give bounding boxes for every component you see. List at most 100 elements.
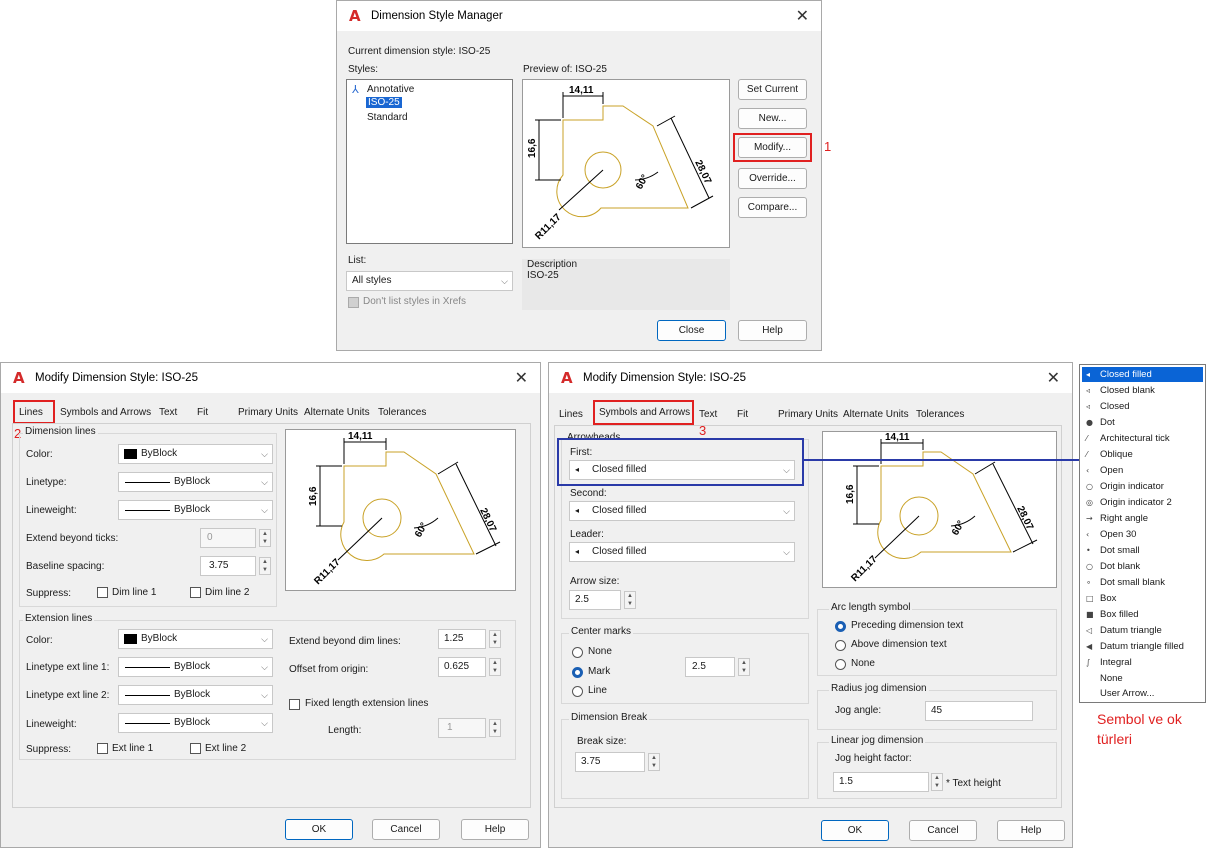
baseline-spinner[interactable]: ▲ ▼ — [259, 557, 271, 575]
ok-button[interactable]: OK — [821, 820, 889, 841]
dim-line-1-checkbox[interactable] — [97, 587, 108, 598]
arrow-type-closed-blank[interactable]: ◃ Closed blank — [1082, 383, 1203, 398]
arrow-type-label: Integral — [1100, 657, 1132, 668]
arrow-type-origin-indicator-2[interactable]: ◎ Origin indicator 2 — [1082, 495, 1203, 510]
tab-primary-units[interactable]: Primary Units — [778, 409, 838, 420]
dont-list-xrefs-checkbox[interactable] — [348, 297, 359, 308]
length-spinner[interactable]: ▲ ▼ — [489, 719, 501, 737]
arrow-type-box[interactable]: □ Box — [1082, 591, 1203, 606]
extend-beyond-ticks-input[interactable]: 0 — [200, 528, 256, 548]
arrow-type-box-filled[interactable]: ■ Box filled — [1082, 607, 1203, 622]
center-none-radio[interactable] — [572, 647, 583, 658]
arrow-type-datum-triangle[interactable]: ◁ Datum triangle — [1082, 623, 1203, 638]
arrow-type-list[interactable]: ◂ Closed filled ◃ Closed blank ◃ Closed ● Do… — [1079, 364, 1206, 703]
close-icon[interactable]: ✕ — [515, 368, 528, 387]
tab-tolerances[interactable]: Tolerances — [378, 407, 426, 418]
offset-spinner[interactable]: ▲ ▼ — [489, 658, 501, 676]
cancel-button[interactable]: Cancel — [909, 820, 977, 841]
compare-button[interactable]: Compare... — [738, 197, 807, 218]
center-mark-spinner[interactable]: ▲ ▼ — [738, 658, 750, 676]
arc-preceding-radio[interactable] — [835, 621, 846, 632]
break-size-input[interactable]: 3.75 — [575, 752, 645, 772]
length-input[interactable]: 1 — [438, 718, 486, 738]
close-icon[interactable]: ✕ — [1047, 368, 1060, 387]
arrow-size-input[interactable]: 2.5 — [569, 590, 621, 610]
arrow-type-open[interactable]: ‹ Open — [1082, 463, 1203, 478]
help-button[interactable]: Help — [997, 820, 1065, 841]
baseline-spacing-input[interactable]: 3.75 — [200, 556, 256, 576]
arrow-type-label: Open 30 — [1100, 529, 1137, 540]
preview-angle: 60° — [634, 173, 651, 192]
tab-fit[interactable]: Fit — [197, 407, 208, 418]
ext-line-2-checkbox[interactable] — [190, 743, 201, 754]
list-filter-select[interactable]: All styles ⌵ — [346, 271, 513, 291]
arrow-type-closed[interactable]: ◃ Closed — [1082, 399, 1203, 414]
arc-none-radio[interactable] — [835, 659, 846, 670]
offset-origin-input[interactable]: 0.625 — [438, 657, 486, 677]
tab-alternate-units[interactable]: Alternate Units — [843, 409, 909, 420]
chevron-down-icon: ⌵ — [501, 276, 508, 286]
ok-button[interactable]: OK — [285, 819, 353, 840]
arrow-type-dot-small[interactable]: • Dot small — [1082, 543, 1203, 558]
center-mark-radio[interactable] — [572, 667, 583, 678]
set-current-button[interactable]: Set Current — [738, 79, 807, 100]
arrow-type-architectural-tick[interactable]: ⁄ Architectural tick — [1082, 431, 1203, 446]
lines-preview: 14,11 16,6 28,07 60° R11,17 — [285, 429, 516, 591]
arrow-type-none[interactable]: None — [1082, 671, 1203, 686]
cancel-button[interactable]: Cancel — [372, 819, 440, 840]
jog-height-spinner[interactable]: ▲ ▼ — [931, 773, 943, 791]
leader-arrow-select[interactable]: ◂ Closed filled ⌵ — [569, 542, 795, 562]
tab-text[interactable]: Text — [699, 409, 717, 420]
style-item-standard[interactable]: Standard — [367, 112, 408, 123]
arrow-type-datum-triangle-filled[interactable]: ◀ Datum triangle filled — [1082, 639, 1203, 654]
jog-height-input[interactable]: 1.5 — [833, 772, 929, 792]
linetype-ext1-select[interactable]: ByBlock ⌵ — [118, 657, 273, 677]
dim-color-select[interactable]: ByBlock ⌵ — [118, 444, 273, 464]
close-icon[interactable]: ✕ — [796, 6, 809, 25]
tab-symbols-arrows[interactable]: Symbols and Arrows — [60, 407, 151, 418]
jog-angle-input[interactable]: 45 — [925, 701, 1033, 721]
center-mark-size-input[interactable]: 2.5 — [685, 657, 735, 677]
style-item-annotative[interactable]: Annotative — [367, 84, 414, 95]
style-item-iso25[interactable]: ISO-25 — [366, 97, 402, 108]
help-button[interactable]: Help — [461, 819, 529, 840]
arrow-type-integral[interactable]: ∫ Integral — [1082, 655, 1203, 670]
arrow-type-user-arrow[interactable]: User Arrow... — [1082, 686, 1203, 701]
tab-fit[interactable]: Fit — [737, 409, 748, 420]
tab-alternate-units[interactable]: Alternate Units — [304, 407, 370, 418]
arrow-size-spinner[interactable]: ▲ ▼ — [624, 591, 636, 609]
arrow-type-dot-small-blank[interactable]: ∘ Dot small blank — [1082, 575, 1203, 590]
arrow-type-dot-blank[interactable]: ○ Dot blank — [1082, 559, 1203, 574]
new-button[interactable]: New... — [738, 108, 807, 129]
break-size-spinner[interactable]: ▲ ▼ — [648, 753, 660, 771]
arc-above-radio[interactable] — [835, 640, 846, 651]
center-line-radio[interactable] — [572, 686, 583, 697]
fixed-length-checkbox[interactable] — [289, 699, 300, 710]
dim-line-2-checkbox[interactable] — [190, 587, 201, 598]
ext-color-select[interactable]: ByBlock ⌵ — [118, 629, 273, 649]
close-button[interactable]: Close — [657, 320, 726, 341]
extend-ticks-spinner[interactable]: ▲ ▼ — [259, 529, 271, 547]
second-arrow-select[interactable]: ◂ Closed filled ⌵ — [569, 501, 795, 521]
ext-line-1-checkbox[interactable] — [97, 743, 108, 754]
arrow-type-dot[interactable]: ● Dot — [1082, 415, 1203, 430]
ext-lineweight-select[interactable]: ByBlock ⌵ — [118, 713, 273, 733]
tab-tolerances[interactable]: Tolerances — [916, 409, 964, 420]
arrow-type-closed-filled[interactable]: ◂ Closed filled — [1082, 367, 1203, 382]
tab-primary-units[interactable]: Primary Units — [238, 407, 298, 418]
tab-lines[interactable]: Lines — [559, 409, 583, 420]
help-button[interactable]: Help — [738, 320, 807, 341]
dim-lineweight-select[interactable]: ByBlock ⌵ — [118, 500, 273, 520]
dim-linetype-select[interactable]: ByBlock ⌵ — [118, 472, 273, 492]
arrow-type-origin-indicator[interactable]: ○ Origin indicator — [1082, 479, 1203, 494]
arrow-type-right-angle[interactable]: → Right angle — [1082, 511, 1203, 526]
tab-text[interactable]: Text — [159, 407, 177, 418]
linetype-ext2-select[interactable]: ByBlock ⌵ — [118, 685, 273, 705]
arrow-type-open-30[interactable]: ‹ Open 30 — [1082, 527, 1203, 542]
arrow-type-oblique[interactable]: ⁄ Oblique — [1082, 447, 1203, 462]
extend-dim-spinner[interactable]: ▲ ▼ — [489, 630, 501, 648]
extend-beyond-dim-input[interactable]: 1.25 — [438, 629, 486, 649]
styles-list[interactable]: ⅄ Annotative ISO-25 Standard — [346, 79, 513, 244]
color-swatch — [124, 634, 137, 644]
override-button[interactable]: Override... — [738, 168, 807, 189]
